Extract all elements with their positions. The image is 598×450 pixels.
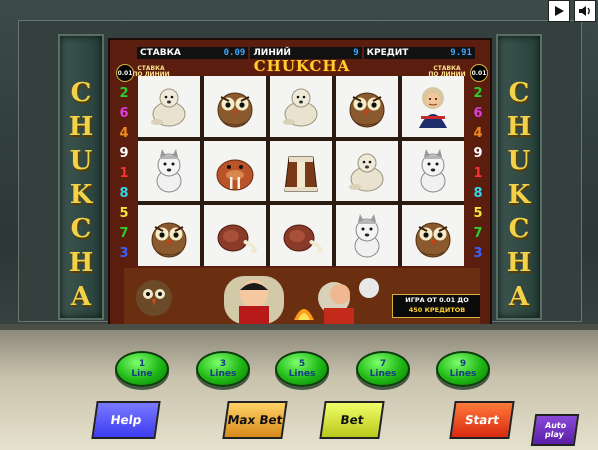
side-letter: H [68, 248, 94, 278]
side-letter: C [508, 78, 530, 108]
payline-number: 8 [119, 186, 129, 201]
polar-bear-symbol [138, 76, 200, 137]
side-letter: K [507, 180, 531, 210]
credit-display: КРЕДИТ 9.91 [363, 47, 475, 59]
line-3-button[interactable]: 3 Lines [196, 351, 250, 387]
payline-number: 6 [119, 106, 129, 121]
side-letter: A [70, 282, 92, 312]
reel-1 [138, 76, 200, 267]
bottom-scene-illustration: ИГРА ОТ 0.01 ДО 450 КРЕДИТОВ [124, 268, 480, 324]
owl-symbol [204, 76, 266, 137]
bet-display: СТАВКА 0.09 [137, 47, 249, 59]
side-title-left: C H U K C H A [60, 76, 102, 314]
side-letter: C [70, 214, 92, 244]
bet-value: 0.09 [223, 48, 246, 58]
payline-number: 7 [119, 226, 129, 241]
reel-2 [204, 76, 266, 267]
line-button-number: 5 [298, 359, 306, 369]
play-icon [555, 6, 564, 16]
owl-symbol [138, 205, 200, 267]
auto-play-button[interactable]: Auto play [530, 414, 580, 446]
payline-number: 5 [119, 206, 129, 221]
owl-symbol [336, 76, 398, 137]
payline-number: 7 [473, 226, 483, 241]
payline-number: 9 [473, 146, 483, 161]
side-title-right: C H U K C H A [498, 76, 540, 314]
meat-leg-symbol [270, 205, 332, 267]
payline-number: 3 [119, 246, 129, 261]
payline-number: 9 [119, 146, 129, 161]
top-controls [548, 0, 596, 22]
payline-number: 4 [473, 126, 483, 141]
side-letter: A [508, 282, 530, 312]
side-letter: C [508, 214, 530, 244]
line-9-button[interactable]: 9 Lines [436, 351, 490, 387]
line-5-button[interactable]: 5 Lines [275, 351, 329, 387]
bet-range-line1: ИГРА ОТ 0.01 ДО [405, 296, 469, 304]
fur-coat-symbol [270, 140, 332, 202]
play-button[interactable] [548, 0, 570, 22]
payline-number: 2 [119, 86, 129, 101]
bet-range-info: ИГРА ОТ 0.01 ДО 450 КРЕДИТОВ [392, 294, 480, 318]
sound-button[interactable] [574, 0, 596, 22]
help-button[interactable]: Help [91, 401, 161, 439]
side-letter: C [70, 78, 92, 108]
side-panel-left: C H U K C H A [58, 34, 104, 320]
side-letter: U [69, 146, 93, 176]
start-button[interactable]: Start [449, 401, 515, 439]
speaker-icon [579, 6, 590, 16]
line-button-label: Lines [209, 369, 237, 379]
husky-dog-symbol [138, 140, 200, 202]
payline-number: 4 [119, 126, 129, 141]
walrus-symbol [204, 140, 266, 202]
slot-cabinet: C H U K C H A C H U K C H A СТАВКА 0.09 … [0, 0, 598, 450]
line-button-label: Lines [288, 369, 316, 379]
side-letter: H [506, 248, 532, 278]
meat-leg-symbol [204, 205, 266, 267]
polar-bear-symbol [336, 140, 398, 202]
husky-dog-symbol [402, 140, 464, 202]
side-letter: K [69, 180, 93, 210]
husky-dog-symbol [336, 205, 398, 267]
payline-number: 1 [473, 166, 483, 181]
line-1-button[interactable]: 1 Line [115, 351, 169, 387]
credit-label: КРЕДИТ [366, 48, 409, 58]
line-button-number: 9 [459, 359, 467, 369]
polar-bear-symbol [270, 76, 332, 137]
line-7-button[interactable]: 7 Lines [356, 351, 410, 387]
max-bet-button[interactable]: Max Bet [222, 401, 288, 439]
line-button-number: 7 [379, 359, 387, 369]
payline-numbers-right: 2 6 4 9 1 8 5 7 3 [470, 84, 486, 264]
line-button-number: 1 [138, 359, 146, 369]
chukcha-man-symbol [402, 76, 464, 137]
payline-number: 3 [473, 246, 483, 261]
payline-number: 6 [473, 106, 483, 121]
line-button-label: Lines [449, 369, 477, 379]
side-panel-right: C H U K C H A [496, 34, 542, 320]
reels [138, 76, 464, 267]
line-button-label: Line [131, 369, 153, 379]
owl-symbol [402, 205, 464, 267]
game-logo: CHUKCHA [253, 57, 351, 75]
payline-number: 8 [473, 186, 483, 201]
side-letter: H [506, 112, 532, 142]
reel-3 [270, 76, 332, 267]
game-screen: СТАВКА 0.09 ЛИНИЙ 9 КРЕДИТ 9.91 0.01 0.0… [108, 38, 492, 326]
reel-4 [336, 76, 398, 267]
bet-range-line2: 450 КРЕДИТОВ [408, 306, 466, 314]
lines-value: 9 [353, 48, 359, 58]
bet-per-line-badge-right: 0.01 [470, 64, 488, 82]
bet-button[interactable]: Bet [319, 401, 385, 439]
payline-number: 1 [119, 166, 129, 181]
payline-number: 5 [473, 206, 483, 221]
side-letter: H [68, 112, 94, 142]
line-button-label: Lines [369, 369, 397, 379]
line-button-number: 3 [219, 359, 227, 369]
payline-number: 2 [473, 86, 483, 101]
reel-5 [402, 76, 464, 267]
payline-numbers-left: 2 6 4 9 1 8 5 7 3 [116, 84, 132, 264]
bet-label: СТАВКА [140, 48, 181, 58]
side-letter: U [507, 146, 531, 176]
credit-value: 9.91 [450, 48, 472, 58]
